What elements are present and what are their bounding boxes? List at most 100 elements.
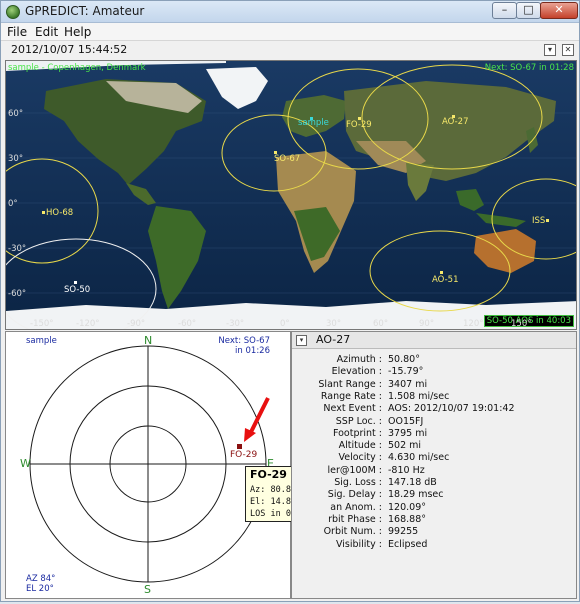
info-row-label: Orbit Num. : [323, 526, 382, 538]
sat-label-ho68[interactable]: HO-68 [46, 208, 73, 218]
tooltip-title: FO-29 [250, 468, 287, 481]
info-row-label: Sig. Delay : [327, 489, 382, 501]
sat-label-so50[interactable]: SO-50 [64, 285, 90, 295]
ao51-marker[interactable] [440, 271, 443, 274]
tooltip-el: El: 14.8° [250, 497, 297, 507]
so50-marker[interactable] [74, 281, 77, 284]
polar-next-event: Next: SO-67 in 01:26 [218, 336, 270, 356]
lat-tick: 0° [8, 199, 18, 209]
lon-tick: -150° [30, 319, 54, 329]
current-time: 2012/10/07 15:44:52 [11, 43, 128, 56]
lon-tick: 0° [280, 319, 290, 329]
menu-file[interactable]: File [7, 25, 27, 39]
lat-tick: 30° [8, 154, 24, 164]
info-row-label: Elevation : [331, 366, 382, 378]
pointer-azimuth: AZ 84° [26, 574, 56, 584]
info-row-value: 50.80° [388, 354, 420, 365]
lat-tick: -30° [8, 244, 27, 254]
info-row-label: Slant Range : [318, 378, 382, 390]
info-row-value: -15.79° [388, 366, 424, 378]
info-row-value: AOS: 2012/10/07 19:01:42 [388, 403, 515, 415]
minimize-button[interactable]: – [492, 2, 517, 19]
info-row-label: Azimuth : [336, 354, 382, 365]
lat-tick: 60° [8, 109, 24, 119]
info-row-value: -810 Hz [388, 464, 425, 476]
info-row-label: Velocity : [338, 452, 383, 464]
lon-tick: 60° [373, 319, 389, 329]
info-row-label: ler@100M : [327, 464, 382, 476]
close-window-button[interactable]: ✕ [540, 2, 578, 19]
menu-bar: File Edit Help [1, 23, 579, 41]
info-row-label: SSP Loc. : [335, 415, 382, 427]
fo29-polar-marker[interactable] [237, 444, 242, 449]
window-title: GPREDICT: Amateur [25, 4, 145, 18]
pointer-arrow [244, 397, 270, 442]
north-label: N [144, 334, 153, 347]
module-dropdown-icon[interactable]: ▾ [544, 44, 556, 56]
gpredict-window: GPREDICT: Amateur – □ ✕ File Edit Help 2… [0, 0, 580, 602]
title-bar: GPREDICT: Amateur – □ ✕ [1, 1, 579, 23]
lon-tick: -30° [226, 319, 245, 329]
west-label: W [20, 457, 31, 470]
next-event-label: Next: SO-67 in 01:28 [484, 63, 574, 73]
info-row-label: Visibility : [335, 538, 382, 550]
lat-tick: -60° [8, 289, 27, 299]
lon-tick: -90° [127, 319, 146, 329]
polar-view[interactable]: sample Next: SO-67 in 01:26 AZ 84° EL 20… [5, 331, 291, 599]
lon-tick: 90° [419, 319, 435, 329]
sat-label-fo29[interactable]: FO-29 [346, 120, 372, 130]
info-row-value: 502 mi [388, 440, 422, 452]
polar-sat-label[interactable]: FO-29 [230, 450, 257, 460]
satellite-select-dropdown-icon[interactable]: ▾ [296, 335, 307, 346]
info-row-value: 18.29 msec [388, 489, 444, 501]
lon-tick: 150° [511, 319, 532, 329]
menu-help[interactable]: Help [64, 25, 91, 39]
polar-station-name: sample [26, 336, 57, 346]
info-row-label: an Anom. : [330, 501, 382, 513]
south-label: S [144, 583, 151, 596]
sat-label-so67[interactable]: SO-67 [274, 154, 300, 164]
lon-tick: 30° [326, 319, 342, 329]
polar-next-line1: Next: SO-67 [218, 336, 270, 346]
info-row-value: 99255 [388, 526, 419, 538]
info-row-label: Range Rate : [320, 390, 382, 402]
qth-title: sample - Copenhagen, Denmark [8, 63, 146, 73]
sat-label-iss[interactable]: ISS [532, 216, 545, 226]
sat-label-ao27[interactable]: AO-27 [442, 117, 468, 127]
info-row-label: Sig. Loss : [334, 477, 382, 488]
world-map [6, 61, 576, 329]
info-row-value: 3407 mi [388, 378, 428, 390]
polar-rings [29, 345, 267, 583]
info-row-value: OO15FJ [388, 415, 424, 427]
lon-tick: 120° [463, 319, 484, 329]
polar-next-line2: in 01:26 [235, 346, 270, 356]
info-row-label: Altitude : [338, 440, 382, 452]
info-row-value: Eclipsed [388, 538, 428, 550]
pointer-elevation: EL 20° [26, 584, 54, 594]
tooltip-az: Az: 80.8° [250, 485, 297, 495]
time-bar: 2012/10/07 15:44:52 ▾ ✕ [1, 41, 579, 59]
ground-station-label: sample [298, 118, 329, 128]
info-row-value: 3795 mi [388, 427, 428, 439]
info-row-value: 4.630 mi/sec [388, 452, 450, 464]
info-satellite-name: AO-27 [316, 333, 351, 346]
iss-marker[interactable] [546, 219, 549, 222]
info-row-label: Next Event : [323, 403, 382, 415]
satellite-info-panel: ▾ AO-27 Azimuth : 50.80° Elevation : -15.79… [291, 331, 577, 599]
menu-edit[interactable]: Edit [35, 25, 58, 39]
polar-pointer-coords: AZ 84° EL 20° [26, 574, 55, 594]
world-map-view[interactable]: sample - Copenhagen, Denmark Next: SO-67… [5, 60, 577, 330]
info-row-value: 1.508 mi/sec [388, 390, 450, 402]
lon-tick: -60° [178, 319, 197, 329]
maximize-button[interactable]: □ [516, 2, 541, 19]
sat-label-ao51[interactable]: AO-51 [432, 275, 458, 285]
lon-tick: -120° [76, 319, 100, 329]
info-header: ▾ AO-27 [292, 332, 576, 349]
info-row-value: 168.88° [388, 513, 426, 525]
info-row-label: rbit Phase : [328, 513, 382, 525]
info-row-value: 147.18 dB [388, 477, 437, 488]
info-row-value: 120.09° [388, 501, 426, 513]
ho68-marker[interactable] [42, 211, 45, 214]
module-close-icon[interactable]: ✕ [562, 44, 574, 56]
gpredict-globe-icon [6, 5, 20, 19]
